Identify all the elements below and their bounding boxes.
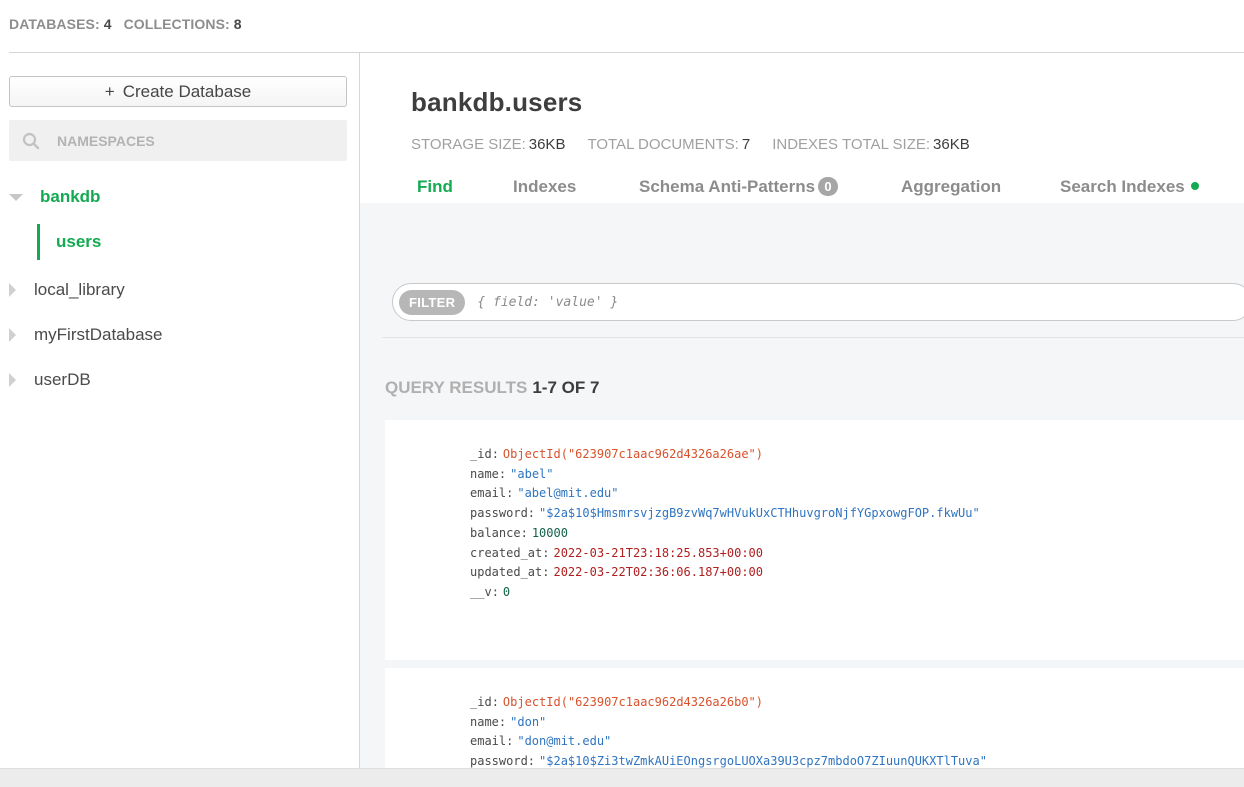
- namespace-search-input[interactable]: [57, 132, 317, 149]
- query-results-label: QUERY RESULTS: [385, 378, 528, 397]
- storage-size-value: 36KB: [528, 136, 566, 153]
- total-documents-label: TOTAL DOCUMENTS:: [587, 136, 739, 153]
- field-row: balance: 10000: [470, 525, 568, 540]
- field-value-id: ObjectId("623907c1aac962d4326a26ae"): [502, 447, 764, 461]
- caret-right-icon[interactable]: [9, 373, 16, 387]
- field-row: updated_at: 2022-03-22T02:36:06.187+00:00: [470, 565, 763, 580]
- collection-view: bankdb.users STORAGE SIZE: 36KB TOTAL DOCU…: [360, 53, 1244, 768]
- plus-icon: +: [104, 81, 115, 101]
- tab-schema-anti-patterns[interactable]: Schema Anti-Patterns 0: [639, 177, 839, 197]
- collection-tabs: Find Indexes Schema Anti-Patterns 0 Aggre…: [360, 168, 1244, 204]
- field-row: name: "abel": [470, 466, 554, 481]
- db-label: bankdb: [40, 187, 101, 206]
- field-value-updated-at: 2022-03-22T02:36:06.187+00:00: [553, 565, 763, 580]
- tab-aggregation[interactable]: Aggregation: [901, 177, 1001, 197]
- query-results-header: QUERY RESULTS 1-7 OF 7: [385, 378, 599, 398]
- field-row: name: "don": [470, 714, 547, 729]
- databases-count: 4: [103, 16, 112, 32]
- collections-count: 8: [233, 16, 242, 32]
- sidebar: + Create Database bankdb users local_lib…: [0, 53, 359, 768]
- db-label: userDB: [34, 370, 91, 389]
- page-title: bankdb.users: [411, 87, 583, 117]
- document-fields: _id: ObjectId("623907c1aac962d4326a26b0")…: [470, 693, 987, 768]
- filter-label: FILTER: [399, 289, 466, 315]
- search-icon: [22, 132, 40, 149]
- query-results-range: 1-7 OF 7: [532, 378, 600, 397]
- horizontal-scrollbar[interactable]: [0, 768, 1244, 787]
- field-row: __v: 0: [470, 584, 511, 599]
- db-label: myFirstDatabase: [34, 325, 163, 344]
- instance-stats: DATABASES: 4 COLLECTIONS: 8: [9, 16, 242, 32]
- field-value-email: "don@mit.edu": [517, 734, 612, 749]
- filter-input[interactable]: [477, 294, 978, 310]
- field-value-email: "abel@mit.edu": [517, 486, 619, 501]
- field-row: password: "$2a$10$Zi3twZmkAUiEOngsrgoLUOX…: [470, 754, 987, 768]
- field-row: email: "don@mit.edu": [470, 734, 612, 749]
- document-card[interactable]: _id: ObjectId("623907c1aac962d4326a26b0")…: [385, 668, 1244, 768]
- caret-right-icon[interactable]: [9, 328, 16, 342]
- field-row: _id: ObjectId("623907c1aac962d4326a26ae"): [470, 447, 764, 461]
- total-documents-value: 7: [741, 136, 751, 153]
- collections-label: COLLECTIONS:: [123, 16, 230, 32]
- field-value-name: "don": [510, 714, 547, 729]
- field-value-balance: 10000: [531, 525, 568, 540]
- field-value-name: "abel": [510, 466, 554, 481]
- instance-stats-bar: DATABASES: 4 COLLECTIONS: 8: [0, 0, 1244, 52]
- filter-divider: [382, 337, 1244, 338]
- field-value-password: "$2a$10$HmsmrsvjzgB9zvWq7wHVukUxCTHhuvgr…: [539, 506, 980, 521]
- caret-right-icon[interactable]: [9, 283, 16, 297]
- collection-stats: STORAGE SIZE: 36KB TOTAL DOCUMENTS: 7 INDEXE…: [411, 136, 970, 153]
- field-row: _id: ObjectId("623907c1aac962d4326a26b0"): [470, 695, 764, 709]
- tab-search-indexes-label: Search Indexes: [1060, 177, 1185, 196]
- sidebar-db-bankdb[interactable]: bankdb: [0, 177, 359, 217]
- field-row: email: "abel@mit.edu": [470, 486, 619, 501]
- sidebar-db-userdb[interactable]: userDB: [0, 360, 359, 400]
- document-card[interactable]: _id: ObjectId("623907c1aac962d4326a26ae")…: [385, 420, 1244, 660]
- field-value-id: ObjectId("623907c1aac962d4326a26b0"): [502, 695, 764, 709]
- tab-find[interactable]: Find: [417, 177, 453, 197]
- sidebar-db-local-library[interactable]: local_library: [0, 270, 359, 310]
- sidebar-db-myfirstdatabase[interactable]: myFirstDatabase: [0, 315, 359, 355]
- field-value-created-at: 2022-03-21T23:18:25.853+00:00: [553, 545, 763, 560]
- filter-bar[interactable]: FILTER: [392, 283, 1244, 321]
- sidebar-collection-users[interactable]: users: [37, 224, 359, 260]
- field-row: created_at: 2022-03-21T23:18:25.853+00:00: [470, 545, 763, 560]
- indexes-size-value: 36KB: [933, 136, 970, 153]
- storage-size-label: STORAGE SIZE:: [411, 136, 526, 153]
- databases-label: DATABASES:: [9, 16, 100, 32]
- collection-label: users: [56, 232, 102, 251]
- tab-search-indexes[interactable]: Search Indexes: [1060, 177, 1199, 197]
- field-value-password: "$2a$10$Zi3twZmkAUiEOngsrgoLUOXa39U3cpz7…: [539, 754, 987, 768]
- field-row: password: "$2a$10$HmsmrsvjzgB9zvWq7wHVukU…: [470, 506, 980, 521]
- tab-schema-label: Schema Anti-Patterns: [639, 177, 816, 196]
- create-database-label: Create Database: [122, 81, 252, 101]
- document-fields: _id: ObjectId("623907c1aac962d4326a26ae")…: [470, 445, 980, 603]
- create-database-button[interactable]: + Create Database: [9, 76, 347, 107]
- indexes-size-label: INDEXES TOTAL SIZE:: [772, 136, 931, 153]
- caret-down-icon[interactable]: [9, 193, 23, 201]
- namespace-search[interactable]: [9, 120, 347, 161]
- field-value-v: 0: [502, 584, 511, 599]
- status-dot-icon: [1190, 182, 1199, 190]
- tab-indexes[interactable]: Indexes: [513, 177, 576, 197]
- schema-count-badge: 0: [818, 177, 839, 196]
- db-label: local_library: [34, 280, 125, 299]
